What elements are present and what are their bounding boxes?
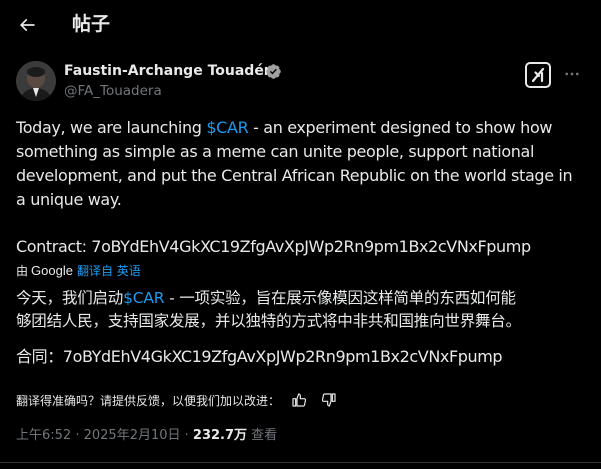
tweet-text-segment: - an experiment designed to show how (248, 118, 553, 137)
tweet-date[interactable]: 2025年2月10日 (84, 428, 181, 443)
tweet-time[interactable]: 上午6:52 (16, 428, 71, 443)
thumbs-up-icon (292, 393, 307, 407)
translated-text: 今天，我们启动$CAR - 一项实验，旨在展示像模因这样简单的东西如何能 够团结… (16, 287, 591, 333)
verified-badge-icon (266, 64, 281, 79)
page-title: 帖子 (72, 13, 111, 35)
author-name[interactable]: Faustin-Archange Touadéra (64, 62, 280, 80)
tweet-line: something as simple as a meme can unite … (16, 142, 535, 161)
cashtag-link[interactable]: $CAR (206, 118, 248, 137)
author-handle[interactable]: @FA_Touadera (64, 82, 162, 100)
views-label: 查看 (247, 428, 278, 443)
avatar-image (16, 61, 56, 101)
google-logo: Google (31, 263, 73, 278)
separator: · (71, 428, 84, 443)
tweet-text-segment: Today, we are launching (16, 118, 207, 137)
translated-by-label: 由 (16, 264, 29, 278)
grok-button[interactable] (525, 62, 551, 88)
thumbs-down-icon (321, 393, 336, 407)
top-bar: 帖子 (0, 0, 601, 50)
more-horizontal-icon (565, 72, 579, 76)
back-button[interactable] (10, 8, 44, 42)
tweet-line: a unique way. (16, 190, 122, 209)
divider (0, 462, 601, 463)
tweet-line: development, and put the Central African… (16, 166, 573, 185)
translated-text-segment: 今天，我们启动 (16, 289, 124, 307)
tweet-line: Today, we are launching $CAR - an experi… (16, 116, 591, 140)
avatar[interactable] (16, 61, 56, 101)
cashtag-link[interactable]: $CAR (123, 289, 164, 307)
translated-contract-address: 合同：7oBYdEhV4GkXC19ZfgAvXpJWp2Rn9pm1Bx2cV… (16, 347, 503, 366)
feedback-prompt: 翻译得准确吗？请提供反馈，以便我们加以改进： (16, 393, 281, 408)
grok-icon (531, 67, 545, 83)
translation-attribution: 由 Google 翻译自 英语 (16, 262, 141, 280)
translation-feedback: 翻译得准确吗？请提供反馈，以便我们加以改进： (16, 390, 340, 410)
views-count: 232.7万 (192, 428, 248, 443)
translated-line: 够团结人民，支持国家发展，并以独特的方式将中非共和国推向世界舞台。 (16, 312, 521, 330)
arrow-left-icon (19, 18, 35, 32)
thumbs-up-button[interactable] (288, 390, 310, 410)
more-options-button[interactable] (562, 64, 582, 84)
translated-from-link[interactable]: 翻译自 英语 (77, 264, 141, 278)
tweet-text: Today, we are launching $CAR - an experi… (16, 116, 591, 212)
contract-address: Contract: 7oBYdEhV4GkXC19ZfgAvXpJWp2Rn9p… (16, 237, 531, 256)
translated-text-segment: - 一项实验，旨在展示像模因这样简单的东西如何能 (164, 289, 516, 307)
translated-line: 今天，我们启动$CAR - 一项实验，旨在展示像模因这样简单的东西如何能 (16, 287, 591, 310)
thumbs-down-button[interactable] (318, 390, 340, 410)
tweet-metadata: 上午6:52 · 2025年2月10日 · 232.7万 查看 (16, 427, 277, 445)
separator: · (180, 428, 193, 443)
